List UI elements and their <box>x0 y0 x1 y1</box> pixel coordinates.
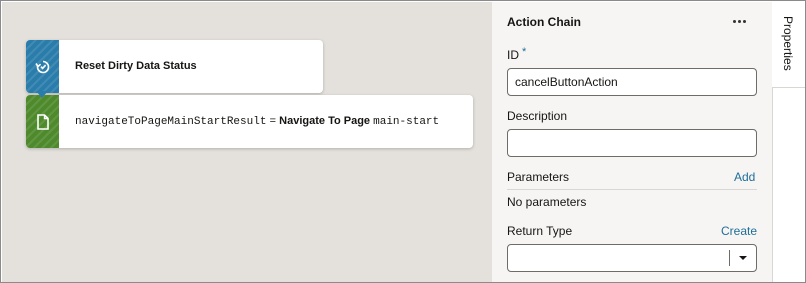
action-chain-canvas[interactable]: Reset Dirty Data Status navigateToPageMa… <box>2 2 492 282</box>
return-type-label: Return Type <box>507 224 573 238</box>
side-rail: Properties <box>772 2 805 282</box>
return-type-select[interactable] <box>507 244 757 272</box>
action-name: Navigate To Page <box>279 115 371 127</box>
description-label: Description <box>507 109 568 123</box>
panel-title: Action Chain <box>507 15 581 29</box>
more-options-icon[interactable] <box>728 13 750 29</box>
chevron-down-icon[interactable] <box>739 256 747 260</box>
node-label: Reset Dirty Data Status <box>75 60 197 72</box>
page-icon <box>26 95 59 148</box>
properties-panel: Action Chain ID * cancelButtonAction Desc… <box>492 2 772 282</box>
add-parameter-link[interactable]: Add <box>734 170 755 184</box>
reset-icon <box>26 40 59 93</box>
select-separator <box>729 250 730 266</box>
tab-properties[interactable]: Properties <box>772 2 805 87</box>
id-label-text: ID <box>507 48 519 62</box>
result-variable: navigateToPageMainStartResult <box>75 116 267 128</box>
target-page: main-start <box>373 116 440 128</box>
description-input[interactable] <box>507 129 757 157</box>
window-frame: Reset Dirty Data Status navigateToPageMa… <box>0 0 806 283</box>
id-label: ID * <box>507 46 527 62</box>
node-label: navigateToPageMainStartResult = Navigate… <box>75 115 439 128</box>
divider <box>507 189 757 190</box>
divider <box>773 87 805 88</box>
node-connector <box>36 91 48 98</box>
reset-dirty-data-status-node[interactable]: Reset Dirty Data Status <box>26 40 323 93</box>
required-indicator: * <box>522 46 527 58</box>
id-input[interactable]: cancelButtonAction <box>507 68 757 96</box>
tab-properties-label: Properties <box>781 16 795 71</box>
no-parameters-text: No parameters <box>507 195 587 209</box>
create-return-type-link[interactable]: Create <box>721 224 757 238</box>
assign-operator: = <box>269 116 277 128</box>
navigate-to-page-node[interactable]: navigateToPageMainStartResult = Navigate… <box>26 95 473 148</box>
parameters-label: Parameters <box>507 170 570 184</box>
